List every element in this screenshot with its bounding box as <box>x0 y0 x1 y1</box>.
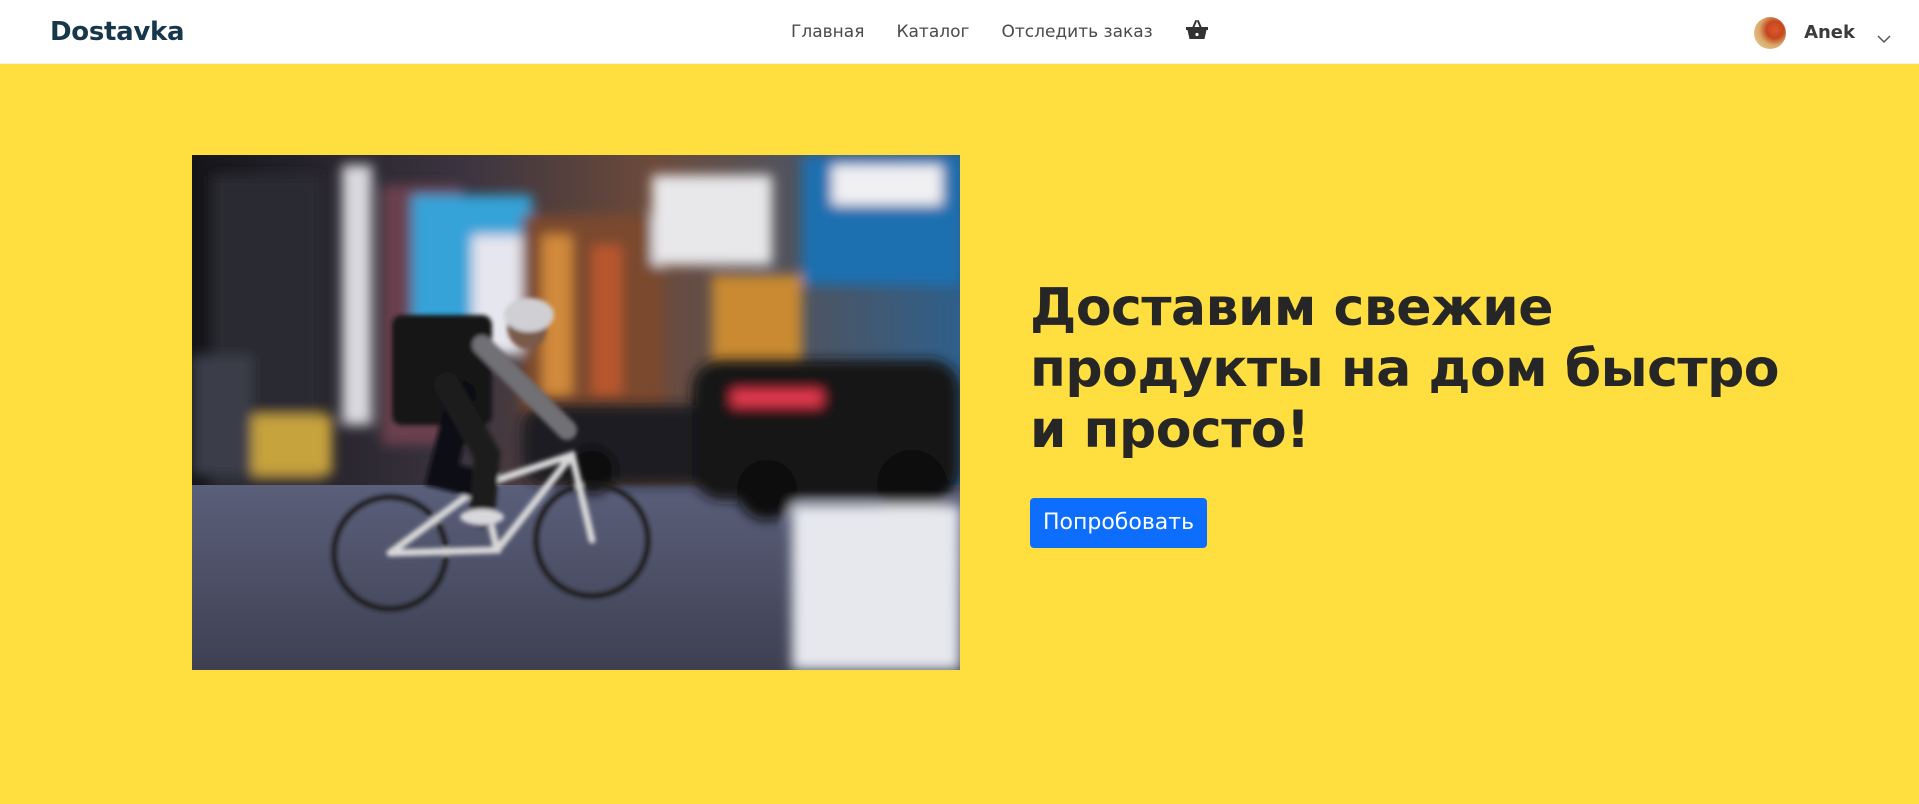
chevron-down-icon[interactable] <box>1877 29 1891 43</box>
brand-logo[interactable]: Dostavka <box>50 15 185 49</box>
hero-section: Доставим свежие продукты на дом быстро и… <box>0 64 1919 804</box>
hero-title: Доставим свежие продукты на дом быстро и… <box>1030 278 1780 460</box>
user-name[interactable]: Anek <box>1804 18 1855 48</box>
user-menu[interactable]: Anek <box>1754 17 1891 49</box>
main-nav: Главная Каталог Отследить заказ <box>791 20 1209 44</box>
nav-link-catalog[interactable]: Каталог <box>896 20 969 44</box>
nav-link-track-order[interactable]: Отследить заказ <box>1001 20 1152 44</box>
user-avatar[interactable] <box>1754 17 1787 49</box>
top-navbar: Dostavka Главная Каталог Отследить заказ… <box>0 0 1919 64</box>
try-button[interactable]: Попробовать <box>1030 498 1208 548</box>
basket-icon[interactable] <box>1185 19 1209 41</box>
hero-image-courier <box>192 155 960 670</box>
nav-link-home[interactable]: Главная <box>791 20 864 44</box>
